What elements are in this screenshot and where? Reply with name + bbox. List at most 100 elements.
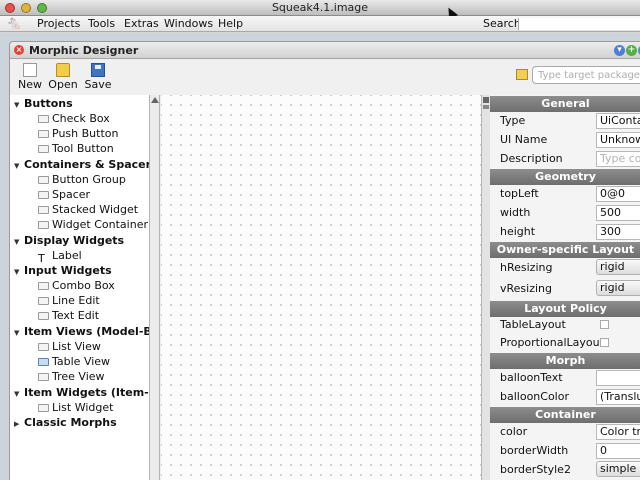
prop-label-width: width bbox=[500, 206, 531, 219]
label-widget-icon: T bbox=[38, 252, 45, 265]
tree-item-table-view[interactable]: Table View bbox=[38, 355, 110, 368]
designer-toolbar: New Open Save bbox=[10, 60, 640, 95]
ballooncolor-field[interactable]: (Translucent) bbox=[596, 389, 640, 405]
properties-panel: General Type UiContainer UI Name Unknown… bbox=[490, 95, 640, 480]
save-label: Save bbox=[84, 78, 112, 91]
line-edit-widget-icon bbox=[38, 297, 49, 305]
expanded-triangle-icon[interactable]: ▼ bbox=[14, 327, 24, 340]
window-collapse-icon[interactable]: + bbox=[626, 45, 637, 56]
menu-projects[interactable]: Projects bbox=[37, 17, 80, 31]
expanded-triangle-icon[interactable]: ▼ bbox=[14, 388, 24, 401]
window-close-icon[interactable]: × bbox=[14, 45, 24, 55]
prop-label-topleft: topLeft bbox=[500, 187, 539, 200]
tree-category-input[interactable]: ▼ Input Widgets bbox=[14, 264, 112, 279]
expanded-triangle-icon[interactable]: ▼ bbox=[14, 266, 24, 279]
tree-category-containers[interactable]: ▼ Containers & Spacer bbox=[14, 158, 149, 173]
collapsed-triangle-icon[interactable]: ▶ bbox=[14, 418, 24, 431]
tree-item-list-view[interactable]: List View bbox=[38, 340, 101, 353]
menu-help[interactable]: Help bbox=[218, 17, 243, 31]
height-field[interactable]: 300 bbox=[596, 224, 640, 240]
menu-tools[interactable]: Tools bbox=[88, 17, 115, 31]
tree-item-combo-box[interactable]: Combo Box bbox=[38, 279, 115, 292]
tree-item-line-edit[interactable]: Line Edit bbox=[38, 294, 100, 307]
prop-label-balloontext: balloonText bbox=[500, 371, 563, 384]
tree-scrollbar[interactable] bbox=[150, 95, 160, 480]
borderwidth-field[interactable]: 0 bbox=[596, 443, 640, 459]
tree-item-text-edit[interactable]: Text Edit bbox=[38, 309, 99, 322]
tool-button-widget-icon bbox=[38, 145, 49, 153]
proportional-checkbox[interactable] bbox=[600, 338, 609, 347]
tree-category-item-views[interactable]: ▼ Item Views (Model-Ba bbox=[14, 325, 149, 340]
section-header-owner-layout: Owner-specific Layout bbox=[490, 242, 640, 258]
stacked-widget-icon bbox=[38, 206, 49, 214]
squeak-logo-icon[interactable]: 🐁 bbox=[6, 17, 22, 31]
hresizing-select[interactable]: rigid bbox=[596, 259, 640, 275]
tree-item-check-box[interactable]: Check Box bbox=[38, 112, 110, 125]
design-canvas[interactable] bbox=[161, 95, 481, 480]
window-title: Morphic Designer bbox=[29, 44, 139, 57]
canvas-scrollbar[interactable] bbox=[481, 95, 490, 480]
tree-item-tree-view[interactable]: Tree View bbox=[38, 370, 105, 383]
vresizing-select[interactable]: rigid bbox=[596, 280, 640, 296]
tree-item-stacked-widget[interactable]: Stacked Widget bbox=[38, 203, 138, 216]
tree-category-buttons[interactable]: ▼ Buttons bbox=[14, 97, 73, 112]
description-field[interactable]: Type comment bbox=[596, 151, 640, 167]
expanded-triangle-icon[interactable]: ▼ bbox=[14, 236, 24, 249]
save-button[interactable]: Save bbox=[82, 63, 114, 91]
new-button[interactable]: New bbox=[14, 63, 46, 91]
table-view-widget-icon bbox=[38, 358, 49, 366]
tree-item-label: Tree View bbox=[52, 370, 105, 383]
window-menu-icon[interactable]: ▾ bbox=[614, 45, 625, 56]
scroll-up-arrow-icon[interactable] bbox=[151, 97, 159, 103]
tree-item-label: Stacked Widget bbox=[52, 203, 139, 216]
morphic-designer-window: × Morphic Designer ▾ + ▲ New Open Save ▼… bbox=[9, 41, 640, 480]
tree-item-label: Label bbox=[52, 249, 82, 262]
target-package-input[interactable] bbox=[532, 66, 640, 84]
widget-tree: ▼ Buttons Check Box Push Button Tool Butt… bbox=[10, 95, 150, 480]
button-group-widget-icon bbox=[38, 176, 49, 184]
list-view-widget-icon bbox=[38, 343, 49, 351]
tree-item-label: Table View bbox=[52, 355, 111, 368]
section-header-morph: Morph bbox=[490, 353, 640, 369]
tree-item-label[interactable]: T Label bbox=[38, 249, 82, 265]
topleft-field[interactable]: 0@0 bbox=[596, 186, 640, 202]
width-field[interactable]: 500 bbox=[596, 205, 640, 221]
new-document-icon bbox=[23, 63, 37, 77]
tree-item-spacer[interactable]: Spacer bbox=[38, 188, 90, 201]
section-header-container: Container bbox=[490, 407, 640, 423]
tree-item-label: Widget Container bbox=[52, 218, 148, 231]
tree-item-label: Tool Button bbox=[52, 142, 114, 155]
menu-windows[interactable]: Windows bbox=[164, 17, 213, 31]
tree-category-item-widgets[interactable]: ▼Item Widgets (Item-Ba bbox=[14, 386, 149, 401]
new-label: New bbox=[18, 78, 42, 91]
prop-label-hresizing: hResizing bbox=[500, 261, 553, 274]
prop-label-proportional: ProportionalLayout bbox=[500, 336, 604, 349]
tree-item-button-group[interactable]: Button Group bbox=[38, 173, 126, 186]
prop-label-vresizing: vResizing bbox=[500, 282, 552, 295]
expanded-triangle-icon[interactable]: ▼ bbox=[14, 99, 24, 112]
list-widget-icon bbox=[38, 404, 49, 412]
menu-extras[interactable]: Extras bbox=[124, 17, 159, 31]
tree-item-list-widget[interactable]: List Widget bbox=[38, 401, 113, 414]
tree-item-label: List Widget bbox=[52, 401, 114, 414]
tree-item-label: Line Edit bbox=[52, 294, 100, 307]
scroll-thumb[interactable] bbox=[483, 97, 489, 103]
search-input[interactable] bbox=[518, 18, 640, 30]
tree-item-tool-button[interactable]: Tool Button bbox=[38, 142, 114, 155]
open-folder-icon bbox=[56, 63, 70, 77]
tree-item-label: Check Box bbox=[52, 112, 110, 125]
expanded-triangle-icon[interactable]: ▼ bbox=[14, 160, 24, 173]
tree-view-widget-icon bbox=[38, 373, 49, 381]
balloontext-field[interactable] bbox=[596, 370, 640, 386]
color-field[interactable]: Color transparent bbox=[596, 424, 640, 440]
borderstyle-select[interactable]: simple bbox=[596, 461, 640, 477]
window-titlebar[interactable]: × Morphic Designer ▾ + ▲ bbox=[10, 42, 640, 59]
tree-category-display[interactable]: ▼ Display Widgets bbox=[14, 234, 124, 249]
tree-category-classic-morphs[interactable]: ▶ Classic Morphs bbox=[14, 416, 117, 431]
tablelayout-checkbox[interactable] bbox=[600, 320, 609, 329]
uiname-field[interactable]: Unknown bbox=[596, 132, 640, 148]
section-header-layout-policy: Layout Policy bbox=[490, 301, 640, 317]
tree-item-push-button[interactable]: Push Button bbox=[38, 127, 118, 140]
tree-item-widget-container[interactable]: Widget Container bbox=[38, 218, 148, 231]
open-button[interactable]: Open bbox=[47, 63, 79, 91]
